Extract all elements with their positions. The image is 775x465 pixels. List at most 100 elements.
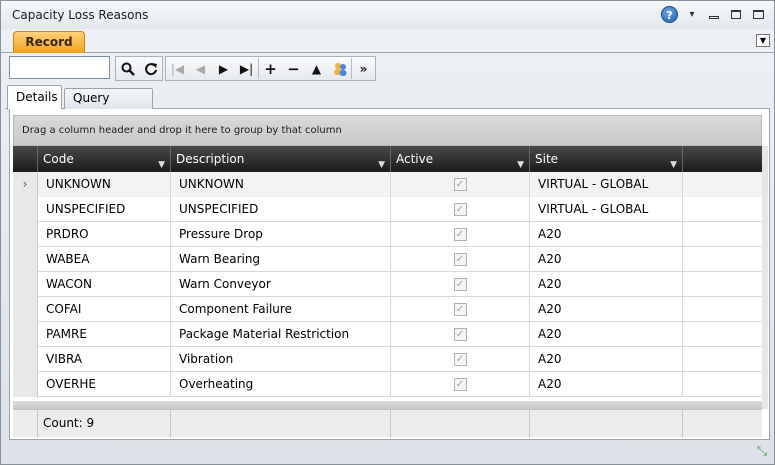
cell-description[interactable]: Pressure Drop	[171, 222, 391, 247]
table-row[interactable]: › UNKNOWN UNKNOWN ✓ VIRTUAL - GLOBAL	[13, 172, 762, 197]
row-indicator[interactable]	[13, 222, 38, 247]
tabstrip-menu-button[interactable]: ▼	[756, 34, 770, 47]
header-indicator-cell	[13, 146, 38, 172]
help-dropdown-icon[interactable]: ▾	[684, 8, 700, 22]
active-checkbox[interactable]: ✓	[453, 253, 467, 266]
previous-record-icon[interactable]: ◀	[189, 57, 212, 80]
delete-record-icon[interactable]: −	[282, 57, 305, 80]
cell-code[interactable]: PRDRO	[38, 222, 171, 247]
cell-code[interactable]: PAMRE	[38, 322, 171, 347]
maximize-button[interactable]	[750, 8, 766, 22]
cell-description[interactable]: UNSPECIFIED	[171, 197, 391, 222]
more-actions-icon[interactable]: »	[352, 57, 375, 80]
cell-active[interactable]: ✓	[391, 347, 530, 372]
cell-site[interactable]: A20	[530, 347, 683, 372]
column-header-description[interactable]: Description ▼	[171, 146, 391, 172]
active-checkbox[interactable]: ✓	[453, 328, 467, 341]
table-row[interactable]: VIBRA Vibration ✓ A20	[13, 347, 762, 372]
cell-active[interactable]: ✓	[391, 322, 530, 347]
cell-active[interactable]: ✓	[391, 272, 530, 297]
footer-cell	[171, 410, 391, 438]
cell-active[interactable]: ✓	[391, 247, 530, 272]
footer-count: Count: 9	[38, 410, 171, 438]
row-indicator[interactable]	[13, 372, 38, 397]
table-row[interactable]: COFAI Component Failure ✓ A20	[13, 297, 762, 322]
search-input[interactable]	[9, 56, 110, 79]
cell-site[interactable]: A20	[530, 247, 683, 272]
cell-code[interactable]: UNKNOWN	[38, 172, 171, 197]
cell-site[interactable]: VIRTUAL - GLOBAL	[530, 172, 683, 197]
table-row[interactable]: WACON Warn Conveyor ✓ A20	[13, 272, 762, 297]
cell-site[interactable]: A20	[530, 222, 683, 247]
table-row[interactable]: OVERHE Overheating ✓ A20	[13, 372, 762, 397]
active-checkbox[interactable]: ✓	[453, 203, 467, 216]
add-record-icon[interactable]: +	[259, 57, 282, 80]
cell-description[interactable]: Warn Conveyor	[171, 272, 391, 297]
search-icon[interactable]	[116, 57, 139, 80]
cell-code[interactable]: OVERHE	[38, 372, 171, 397]
users-icon[interactable]	[328, 57, 351, 80]
cell-active[interactable]: ✓	[391, 172, 530, 197]
minimize-button[interactable]	[706, 8, 722, 22]
active-checkbox[interactable]: ✓	[453, 378, 467, 391]
cell-description[interactable]: Vibration	[171, 347, 391, 372]
active-checkbox[interactable]: ✓	[453, 303, 467, 316]
main-tabstrip: Record ▼	[1, 29, 774, 53]
row-indicator[interactable]	[13, 247, 38, 272]
row-filler	[683, 372, 762, 397]
next-record-icon[interactable]: ▶	[212, 57, 235, 80]
cell-code[interactable]: VIBRA	[38, 347, 171, 372]
horizontal-scrollbar[interactable]	[13, 401, 762, 409]
row-indicator[interactable]	[13, 197, 38, 222]
table-row[interactable]: PAMRE Package Material Restriction ✓ A20	[13, 322, 762, 347]
restore-button[interactable]	[728, 8, 744, 22]
vertical-scrollbar[interactable]	[762, 146, 768, 409]
tab-record[interactable]: Record	[13, 31, 85, 53]
cell-description[interactable]: Package Material Restriction	[171, 322, 391, 347]
active-checkbox[interactable]: ✓	[453, 353, 467, 366]
help-icon[interactable]: ?	[661, 6, 678, 23]
table-row[interactable]: UNSPECIFIED UNSPECIFIED ✓ VIRTUAL - GLOB…	[13, 197, 762, 222]
row-indicator-icon[interactable]: ›	[13, 172, 38, 197]
row-filler	[683, 222, 762, 247]
table-row[interactable]: PRDRO Pressure Drop ✓ A20	[13, 222, 762, 247]
cell-code[interactable]: COFAI	[38, 297, 171, 322]
window-controls: ? ▾	[661, 6, 766, 23]
active-checkbox[interactable]: ✓	[453, 178, 467, 191]
row-indicator[interactable]	[13, 272, 38, 297]
cell-active[interactable]: ✓	[391, 372, 530, 397]
cell-code[interactable]: WACON	[38, 272, 171, 297]
cell-description[interactable]: Component Failure	[171, 297, 391, 322]
cell-active[interactable]: ✓	[391, 297, 530, 322]
column-header-code[interactable]: Code ▼	[38, 146, 171, 172]
cell-active[interactable]: ✓	[391, 222, 530, 247]
active-checkbox[interactable]: ✓	[453, 228, 467, 241]
cell-description[interactable]: UNKNOWN	[171, 172, 391, 197]
row-indicator[interactable]	[13, 347, 38, 372]
row-indicator[interactable]	[13, 322, 38, 347]
last-record-icon[interactable]: ▶|	[235, 57, 258, 80]
cell-site[interactable]: A20	[530, 322, 683, 347]
group-by-panel[interactable]: Drag a column header and drop it here to…	[13, 115, 762, 146]
cell-site[interactable]: A20	[530, 272, 683, 297]
column-header-site[interactable]: Site ▼	[530, 146, 683, 172]
column-header-active[interactable]: Active ▼	[391, 146, 530, 172]
row-filler	[683, 297, 762, 322]
move-up-icon[interactable]: ▲	[305, 57, 328, 80]
cell-site[interactable]: A20	[530, 297, 683, 322]
cell-description[interactable]: Overheating	[171, 372, 391, 397]
cell-site[interactable]: A20	[530, 372, 683, 397]
tab-query-builder[interactable]: Query Builder	[64, 88, 153, 124]
table-row[interactable]: WABEA Warn Bearing ✓ A20	[13, 247, 762, 272]
cell-site[interactable]: VIRTUAL - GLOBAL	[530, 197, 683, 222]
cell-code[interactable]: WABEA	[38, 247, 171, 272]
cell-description[interactable]: Warn Bearing	[171, 247, 391, 272]
cell-active[interactable]: ✓	[391, 197, 530, 222]
active-checkbox[interactable]: ✓	[453, 278, 467, 291]
tab-details[interactable]: Details	[7, 85, 62, 110]
first-record-icon[interactable]: |◀	[166, 57, 189, 80]
row-indicator[interactable]	[13, 297, 38, 322]
refresh-icon[interactable]	[139, 57, 162, 80]
cell-code[interactable]: UNSPECIFIED	[38, 197, 171, 222]
resize-grip-icon[interactable]: ⤡	[754, 444, 770, 460]
